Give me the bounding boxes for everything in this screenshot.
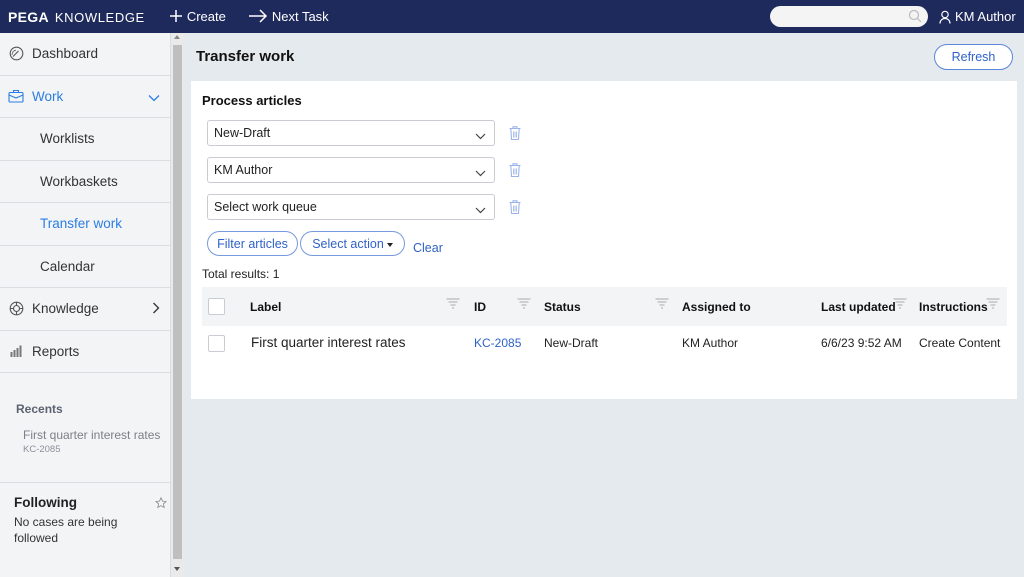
search-icon[interactable] xyxy=(908,9,922,23)
page-title: Transfer work xyxy=(196,48,295,65)
cell-id-link[interactable]: KC-2085 xyxy=(474,336,521,350)
sidebar-item-transfer-work[interactable]: Transfer work xyxy=(0,203,170,246)
search-input[interactable] xyxy=(770,6,928,27)
next-task-label: Next Task xyxy=(271,9,329,24)
following-title: Following xyxy=(14,495,77,510)
column-header-id[interactable]: ID xyxy=(474,300,486,314)
recent-item-title[interactable]: First quarter interest rates xyxy=(23,428,170,442)
column-header-label[interactable]: Label xyxy=(250,300,281,314)
filter-icon[interactable] xyxy=(517,298,531,313)
filter-articles-button[interactable]: Filter articles xyxy=(207,231,298,256)
star-icon[interactable] xyxy=(154,496,168,512)
sidebar-item-label: Worklists xyxy=(40,131,95,147)
filter-icon[interactable] xyxy=(655,298,669,313)
arrow-right-icon xyxy=(248,8,268,26)
chevron-right-icon[interactable] xyxy=(152,302,160,317)
sidebar-item-reports[interactable]: Reports xyxy=(0,331,170,373)
user-name: KM Author xyxy=(955,9,1016,24)
create-label: Create xyxy=(186,9,226,24)
chevron-down-icon[interactable] xyxy=(148,90,160,105)
select-action-button[interactable]: Select action xyxy=(300,231,405,256)
next-task-button[interactable]: Next Task xyxy=(248,8,329,26)
trash-icon[interactable] xyxy=(508,162,522,178)
app-logo[interactable]: PEGA KNOWLEDGE xyxy=(8,9,145,25)
sidebar-item-dashboard[interactable]: Dashboard xyxy=(0,33,170,76)
row-checkbox[interactable] xyxy=(208,335,225,352)
assignee-filter-select[interactable]: KM Author xyxy=(207,157,495,183)
sidebar-item-label: Work xyxy=(32,88,64,104)
total-results: Total results: 1 xyxy=(202,267,280,281)
cell-assigned-to: KM Author xyxy=(682,336,739,350)
create-button[interactable]: Create xyxy=(169,8,226,26)
select-value: Select work queue xyxy=(214,200,317,214)
column-header-status[interactable]: Status xyxy=(544,300,581,314)
select-all-checkbox[interactable] xyxy=(208,298,225,315)
filter-icon[interactable] xyxy=(893,298,907,313)
scroll-down-arrow-icon[interactable] xyxy=(174,567,180,571)
column-header-last-updated[interactable]: Last updated xyxy=(821,300,896,314)
sidebar: Dashboard Work Worklists Workbaskets Tra… xyxy=(0,33,171,577)
chevron-down-icon xyxy=(475,203,486,217)
filter-articles-label: Filter articles xyxy=(217,236,288,251)
sidebar-item-label: Reports xyxy=(32,343,80,359)
sidebar-item-work[interactable]: Work xyxy=(0,76,170,118)
brand-knowledge: KNOWLEDGE xyxy=(54,9,145,25)
sidebar-item-worklists[interactable]: Worklists xyxy=(0,118,170,161)
recents-title: Recents xyxy=(16,402,63,416)
filter-icon[interactable] xyxy=(986,298,1000,313)
chevron-down-icon xyxy=(475,166,486,180)
user-menu[interactable]: KM Author xyxy=(939,0,1016,33)
briefcase-icon xyxy=(8,88,24,104)
work-queue-select[interactable]: Select work queue xyxy=(207,194,495,220)
cell-status: New-Draft xyxy=(544,336,599,350)
column-header-assigned-to[interactable]: Assigned to xyxy=(682,300,751,314)
table-header: Label ID Status Assigned to Last updated… xyxy=(202,287,1007,326)
recents-section: Recents First quarter interest rates KC-… xyxy=(0,373,170,483)
user-icon xyxy=(939,10,951,24)
status-filter-select[interactable]: New-Draft xyxy=(207,120,495,146)
refresh-button[interactable]: Refresh xyxy=(934,44,1013,70)
column-header-instructions[interactable]: Instructions xyxy=(919,300,988,314)
cell-last-updated: 6/6/23 9:52 AM xyxy=(821,336,902,350)
plus-icon xyxy=(169,8,183,26)
clear-link[interactable]: Clear xyxy=(413,241,443,255)
sidebar-item-label: Dashboard xyxy=(32,46,99,62)
section-title: Process articles xyxy=(202,93,302,108)
sidebar-item-label: Knowledge xyxy=(32,301,99,317)
filter-icon[interactable] xyxy=(446,298,460,313)
top-bar: PEGA KNOWLEDGE Create Next Task KM Autho… xyxy=(0,0,1024,33)
select-action-label: Select action xyxy=(312,236,384,251)
sidebar-scrollbar-thumb[interactable] xyxy=(173,45,182,559)
lifebuoy-icon xyxy=(8,301,24,317)
sidebar-item-label: Transfer work xyxy=(40,216,123,232)
select-value: New-Draft xyxy=(214,126,271,140)
sidebar-item-knowledge[interactable]: Knowledge xyxy=(0,288,170,331)
sidebar-item-label: Workbaskets xyxy=(40,173,118,189)
trash-icon[interactable] xyxy=(508,199,522,215)
following-empty-text: No cases are being followed xyxy=(14,515,118,545)
brand-pega: PEGA xyxy=(8,8,49,25)
recent-item-id: KC-2085 xyxy=(23,444,61,455)
caret-down-icon xyxy=(386,242,393,247)
chevron-down-icon xyxy=(475,129,486,143)
select-value: KM Author xyxy=(214,163,273,177)
trash-icon[interactable] xyxy=(508,125,522,141)
sidebar-item-label: Calendar xyxy=(40,258,95,274)
sidebar-item-calendar[interactable]: Calendar xyxy=(0,246,170,288)
sidebar-item-workbaskets[interactable]: Workbaskets xyxy=(0,161,170,203)
cell-instructions: Create Content xyxy=(919,336,1001,350)
scroll-up-arrow-icon[interactable] xyxy=(174,35,180,39)
bar-chart-icon xyxy=(8,343,24,359)
cell-label: First quarter interest rates xyxy=(251,335,406,350)
process-articles-panel: Process articles New-Draft KM Author Sel… xyxy=(191,81,1017,399)
following-section: Following No cases are being followed xyxy=(0,483,170,546)
dashboard-icon xyxy=(8,46,24,62)
